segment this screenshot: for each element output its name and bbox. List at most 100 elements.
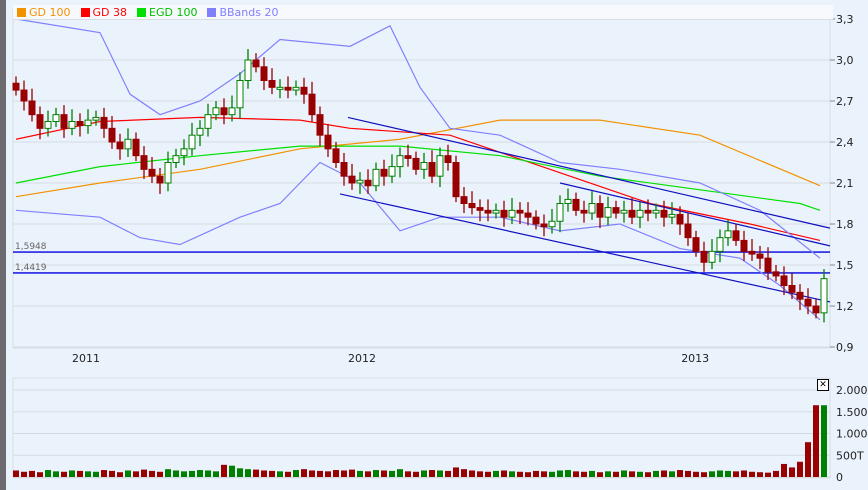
candle-body xyxy=(164,162,172,184)
candle-body xyxy=(468,203,476,209)
candle-body xyxy=(292,86,300,91)
volume-bar xyxy=(613,471,619,477)
volume-bar xyxy=(141,469,147,477)
volume-bar xyxy=(725,470,731,477)
candle-body xyxy=(236,80,244,109)
candle-body xyxy=(44,121,52,129)
volume-bar xyxy=(229,465,235,477)
volume-bar xyxy=(389,470,395,477)
legend-egd100[interactable]: EGD 100 xyxy=(137,6,197,19)
volume-bar xyxy=(469,470,475,477)
candle-body xyxy=(92,116,100,121)
volume-bar xyxy=(541,471,547,477)
volume-bar xyxy=(733,471,739,477)
y-tick-label: 0,9 xyxy=(836,341,854,354)
volume-bar xyxy=(285,471,291,477)
y-tick-label: 1,2 xyxy=(836,300,854,313)
candle-body xyxy=(772,271,780,277)
volume-bar xyxy=(549,471,555,477)
volume-bar xyxy=(821,405,827,477)
legend-gd100[interactable]: GD 100 xyxy=(17,6,71,19)
volume-bar xyxy=(677,470,683,477)
candle-body xyxy=(428,162,436,177)
volume-bar xyxy=(349,469,355,477)
legend-label: GD 38 xyxy=(92,5,128,19)
volume-bar xyxy=(293,470,299,477)
candle-body xyxy=(580,209,588,214)
volume-bar xyxy=(445,470,451,477)
volume-bar xyxy=(661,470,667,477)
candle-body xyxy=(548,220,556,228)
candle-body xyxy=(76,121,84,127)
volume-bar xyxy=(45,470,51,477)
volume-bar xyxy=(461,469,467,477)
volume-bar xyxy=(237,468,243,477)
volume-bar xyxy=(221,464,227,477)
candle-body xyxy=(316,114,324,136)
candle-body xyxy=(204,114,212,129)
volume-bar xyxy=(253,469,259,477)
volume-bar xyxy=(245,469,251,477)
candle-body xyxy=(796,291,804,300)
volume-bar xyxy=(173,470,179,477)
legend-bbands20[interactable]: BBands 20 xyxy=(207,6,278,19)
stock-chart: 3,3 3,0 2,7 2,4 2,1 1,8 1,5 1,2 0,9 2011 2012 2013 1… xyxy=(12,7,868,484)
candle-body xyxy=(244,59,252,82)
candle-body xyxy=(284,86,292,91)
volume-bar xyxy=(421,470,427,477)
volume-bar xyxy=(85,471,91,477)
volume-bar xyxy=(813,405,819,477)
volume-bar xyxy=(157,471,163,477)
candle-body xyxy=(140,155,148,170)
legend-label: BBands 20 xyxy=(219,5,279,19)
volume-tick-label: 1.000M xyxy=(836,428,868,441)
candle-body xyxy=(708,250,716,263)
volume-bar xyxy=(629,471,635,477)
volume-bar xyxy=(213,471,219,477)
volume-bar xyxy=(621,470,627,477)
candle-body xyxy=(364,179,372,187)
volume-bar xyxy=(709,471,715,477)
candle-body xyxy=(180,148,188,157)
volume-tick-label: 2.000M xyxy=(836,384,868,397)
y-tick-label: 3,0 xyxy=(836,54,854,67)
volume-bar xyxy=(109,470,115,477)
close-volume-panel-icon[interactable]: ✕ xyxy=(817,379,829,391)
volume-bar xyxy=(37,472,43,477)
volume-bar xyxy=(557,470,563,477)
candle-body xyxy=(692,237,700,252)
legend-label: EGD 100 xyxy=(149,5,198,19)
candle-body xyxy=(460,196,468,205)
volume-bar xyxy=(693,471,699,477)
candle-body xyxy=(628,209,636,218)
candle-body xyxy=(500,209,508,218)
candle-body xyxy=(308,93,316,116)
candle-body xyxy=(36,114,44,129)
candle-body xyxy=(444,155,452,164)
legend-gd38[interactable]: GD 38 xyxy=(80,5,128,19)
volume-bar xyxy=(397,469,403,477)
candle-body xyxy=(572,198,580,211)
volume-bar xyxy=(93,471,99,477)
volume-bar xyxy=(125,470,131,477)
candle-body xyxy=(212,107,220,116)
candle-body xyxy=(108,127,116,143)
candle-body xyxy=(724,230,732,239)
candle-body xyxy=(748,250,756,255)
volume-bar xyxy=(373,470,379,477)
volume-tick-label: 1.500M xyxy=(836,406,868,419)
volume-bar xyxy=(773,470,779,477)
volume-bar xyxy=(29,470,35,477)
volume-bar xyxy=(317,470,323,477)
volume-bar xyxy=(77,470,83,477)
volume-bar xyxy=(117,472,123,477)
candle-body xyxy=(196,127,204,136)
volume-bar xyxy=(781,463,787,477)
volume-bar xyxy=(565,470,571,477)
volume-bar xyxy=(765,472,771,477)
volume-bar xyxy=(381,470,387,477)
candle-body xyxy=(340,162,348,177)
volume-bar xyxy=(181,471,187,477)
candle-body xyxy=(604,207,612,218)
candle-body xyxy=(596,203,604,218)
